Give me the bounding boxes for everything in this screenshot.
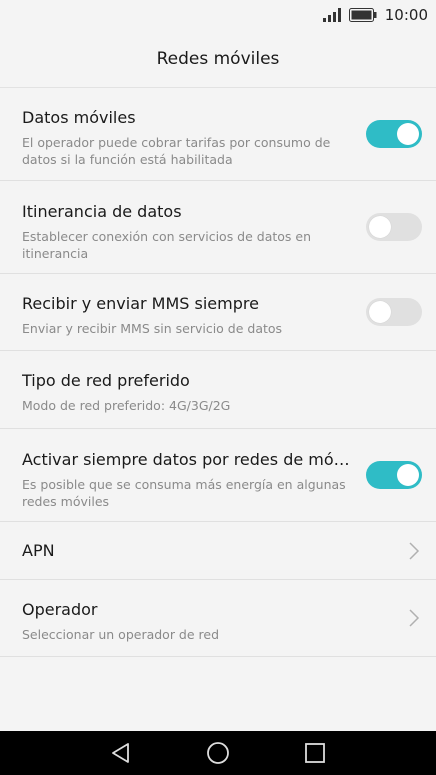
- setting-subtitle: Seleccionar un operador de red: [22, 627, 220, 642]
- setting-title: Recibir y enviar MMS siempre: [22, 294, 259, 313]
- setting-title: Operador: [22, 600, 98, 619]
- setting-subtitle: Enviar y recibir MMS sin servicio de dat…: [22, 321, 283, 336]
- mms-toggle[interactable]: [366, 298, 422, 326]
- toggle-knob: [369, 301, 391, 323]
- toggle-knob: [369, 216, 391, 238]
- setting-datos-moviles[interactable]: Datos móviles El operador puede cobrar t…: [0, 88, 436, 181]
- setting-tipo-red[interactable]: Tipo de red preferido Modo de red prefer…: [0, 351, 436, 429]
- setting-subtitle: Establecer conexión con servicios de dat…: [22, 229, 312, 261]
- setting-mms[interactable]: Recibir y enviar MMS siempre Enviar y re…: [0, 274, 436, 351]
- battery-icon: [348, 8, 377, 22]
- navigation-bar: [0, 731, 436, 775]
- setting-apn[interactable]: APN: [0, 522, 436, 580]
- status-time: 10:00: [384, 6, 428, 24]
- datos-siempre-toggle[interactable]: [366, 461, 422, 489]
- itinerancia-toggle[interactable]: [366, 213, 422, 241]
- setting-itinerancia[interactable]: Itinerancia de datos Establecer conexión…: [0, 181, 436, 274]
- setting-datos-siempre[interactable]: Activar siempre datos por redes de móvil…: [0, 429, 436, 522]
- toggle-knob: [397, 123, 419, 145]
- setting-subtitle: Es posible que se consuma más energía en…: [22, 477, 346, 509]
- recents-icon[interactable]: [303, 741, 327, 765]
- chevron-right-icon: [409, 542, 420, 560]
- setting-operador[interactable]: Operador Seleccionar un operador de red: [0, 580, 436, 657]
- signal-icon: [322, 8, 341, 22]
- setting-title: Tipo de red preferido: [22, 371, 190, 390]
- home-icon[interactable]: [206, 741, 230, 765]
- toggle-knob: [397, 464, 419, 486]
- setting-title: APN: [22, 541, 55, 560]
- setting-subtitle: El operador puede cobrar tarifas por con…: [22, 135, 331, 167]
- setting-subtitle: Modo de red preferido: 4G/3G/2G: [22, 398, 231, 413]
- setting-title: Activar siempre datos por redes de móvil…: [22, 450, 356, 469]
- setting-title: Datos móviles: [22, 108, 136, 127]
- setting-title: Itinerancia de datos: [22, 202, 182, 221]
- settings-list: Datos móviles El operador puede cobrar t…: [0, 88, 436, 657]
- header: Redes móviles: [0, 30, 436, 88]
- page-title: Redes móviles: [156, 48, 280, 69]
- back-icon[interactable]: [109, 741, 133, 765]
- datos-moviles-toggle[interactable]: [366, 120, 422, 148]
- chevron-right-icon: [409, 609, 420, 627]
- status-bar: 10:00: [0, 0, 436, 30]
